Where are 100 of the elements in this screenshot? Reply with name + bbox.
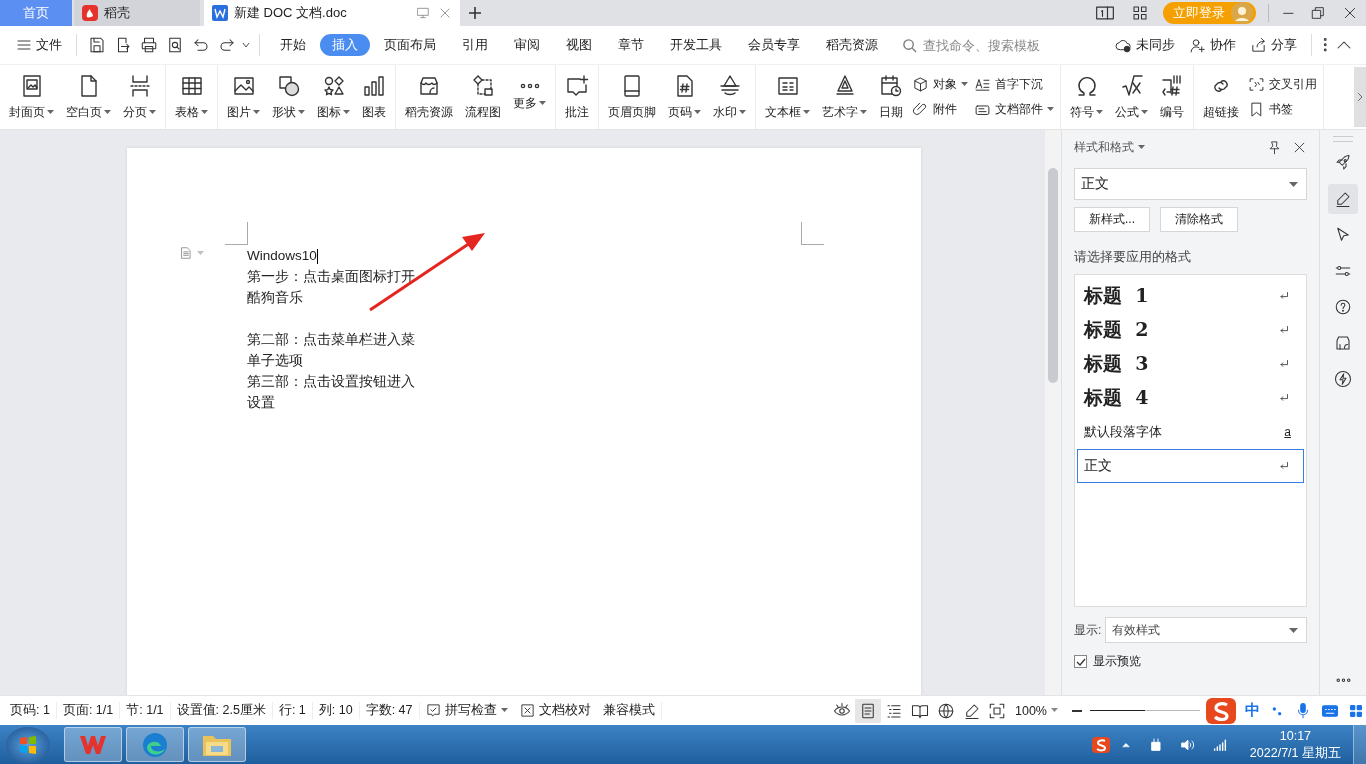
scrollbar[interactable] — [1045, 130, 1061, 695]
check-icon — [1075, 656, 1086, 667]
ribbon-button[interactable]: 水印 — [710, 73, 749, 121]
ribbon-button[interactable]: 编号 — [1157, 73, 1187, 121]
sync-button[interactable]: 未同步 — [1108, 33, 1181, 57]
ribbon-tab[interactable]: 视图 — [554, 34, 604, 56]
ribbon-button[interactable]: 图标 — [314, 73, 353, 121]
clear-format-button[interactable]: 清除格式 — [1160, 207, 1238, 232]
caret-icon — [253, 109, 260, 115]
view-button[interactable] — [855, 698, 881, 723]
proofread-button[interactable]: 文档校对 — [513, 700, 597, 721]
document-tab[interactable]: 稻壳 — [74, 0, 200, 26]
ribbon-tab[interactable]: 会员专享 — [736, 34, 812, 56]
ribbon-button[interactable]: 对象 — [912, 76, 968, 93]
ribbon-button[interactable]: 形状 — [269, 73, 308, 121]
share-button[interactable]: 分享 — [1243, 33, 1303, 57]
ribbon-button[interactable]: 页码 — [665, 73, 704, 121]
drop-cap-icon — [974, 76, 991, 93]
ribbon-button[interactable]: 日期 — [876, 73, 906, 121]
ribbon-button[interactable]: 交叉引用 — [1248, 76, 1317, 93]
ribbon-button[interactable]: 首字下沉 — [974, 76, 1054, 93]
zoom-out-icon[interactable] — [1072, 709, 1082, 712]
ribbon-button[interactable]: 图表 — [359, 73, 389, 121]
globe-icon — [937, 701, 955, 720]
bar-chart-icon — [362, 73, 386, 98]
show-dropdown[interactable]: 有效样式 — [1105, 617, 1307, 643]
panel-title[interactable]: 样式和格式 — [1074, 138, 1145, 156]
checkbox[interactable] — [1074, 655, 1087, 668]
start-button[interactable] — [6, 726, 50, 763]
spell-check-button[interactable]: 拼写检查 — [419, 700, 514, 721]
status-field: 节: 1/1 — [120, 702, 171, 719]
close-icon — [438, 6, 452, 20]
share-icon — [1249, 36, 1267, 54]
caret-icon — [1289, 181, 1298, 187]
style-item[interactable]: 标题 3 — [1077, 347, 1304, 381]
cube-icon — [912, 76, 929, 93]
preview-icon — [166, 36, 184, 54]
style-dropdown[interactable]: 正文 — [1074, 168, 1307, 200]
fit-page-icon — [988, 701, 1006, 720]
ribbon-button[interactable]: 更多 — [510, 82, 549, 112]
ribbon-button[interactable]: 艺术字 — [819, 73, 870, 121]
taskbar-app[interactable] — [126, 727, 184, 762]
ribbon-tab[interactable]: 审阅 — [502, 34, 552, 56]
format-prompt: 请选择要应用的格式 — [1074, 248, 1192, 266]
shapes-icon — [276, 73, 301, 98]
style-item[interactable]: 默认段落字体 a — [1077, 415, 1304, 449]
ribbon-tab[interactable]: 引用 — [450, 34, 500, 56]
pen-icon — [963, 701, 981, 720]
input-mode-indicator[interactable]: 中 — [1245, 701, 1260, 720]
sidebar-tool[interactable] — [1328, 184, 1358, 214]
show-label: 显示: — [1074, 621, 1102, 639]
ribbon-tab[interactable]: 页面布局 — [372, 34, 448, 56]
ribbon-button[interactable]: 超链接 — [1200, 73, 1242, 121]
style-item[interactable]: 标题 2 — [1077, 313, 1304, 347]
caret-icon — [1047, 107, 1054, 112]
ribbon-button[interactable]: 封面页 — [6, 73, 57, 121]
flame-logo-icon — [82, 5, 98, 21]
style-item[interactable]: 标题 1 — [1077, 279, 1304, 313]
print-icon — [140, 36, 158, 54]
ribbon-button[interactable]: 文本框 — [762, 73, 813, 121]
ribbon-button[interactable]: 符号 — [1067, 73, 1106, 121]
ribbon-button[interactable]: 公式 — [1112, 73, 1151, 121]
cursor-icon — [1334, 226, 1352, 244]
caret-icon — [1138, 144, 1145, 150]
ribbon-button[interactable]: 页眉页脚 — [605, 73, 659, 121]
new-style-button[interactable]: 新样式... — [1074, 207, 1150, 232]
restore-icon — [1310, 5, 1326, 21]
document-logo-icon — [212, 5, 228, 21]
ribbon-button[interactable]: 图片 — [224, 73, 263, 121]
ribbon-tab[interactable]: 开始 — [268, 34, 318, 56]
style-item[interactable]: 标题 4 — [1077, 381, 1304, 415]
ribbon-button[interactable]: 书签 — [1248, 101, 1317, 118]
ribbon-tab[interactable]: 稻壳资源 — [814, 34, 890, 56]
ribbon-button[interactable]: 流程图 — [462, 73, 504, 121]
clock-time: 10:17 — [1279, 727, 1312, 745]
document-paragraph: 第一步：点击桌面图标打开酷狗音乐 — [247, 268, 416, 307]
ribbon-button[interactable]: 分页 — [120, 73, 159, 121]
flowchart-icon — [471, 73, 495, 98]
ribbon-button[interactable]: 批注 — [562, 73, 592, 121]
ribbon-button[interactable]: 文档部件 — [974, 101, 1054, 118]
caret-icon — [500, 708, 508, 713]
ribbon-button[interactable]: 附件 — [912, 101, 968, 118]
file-menu[interactable]: 文件 — [10, 33, 68, 57]
ribbon-button[interactable]: 空白页 — [63, 73, 114, 121]
page-view-icon — [859, 701, 877, 720]
style-item[interactable]: 正文 — [1077, 449, 1304, 483]
taskbar-app[interactable] — [64, 727, 122, 762]
crossed-box-icon — [519, 703, 535, 718]
search-field[interactable]: 查找命令、搜索模板 — [902, 36, 1075, 54]
collaborate-button[interactable]: 协作 — [1182, 33, 1242, 57]
ribbon-tab[interactable]: 章节 — [606, 34, 656, 56]
ribbon-tab[interactable]: 开发工具 — [658, 34, 734, 56]
ribbon-button[interactable]: 表格 — [172, 73, 211, 121]
document-tab[interactable]: 新建 DOC 文档.doc — [204, 0, 460, 26]
paperclip-icon — [912, 101, 929, 118]
preview-checkbox[interactable]: 显示预览 — [1074, 653, 1307, 670]
ribbon-button[interactable]: 稻壳资源 — [402, 73, 456, 121]
lightning-icon — [1334, 370, 1352, 388]
caret-icon — [1141, 109, 1148, 115]
zoom-dropdown[interactable]: 100% — [1009, 701, 1064, 720]
